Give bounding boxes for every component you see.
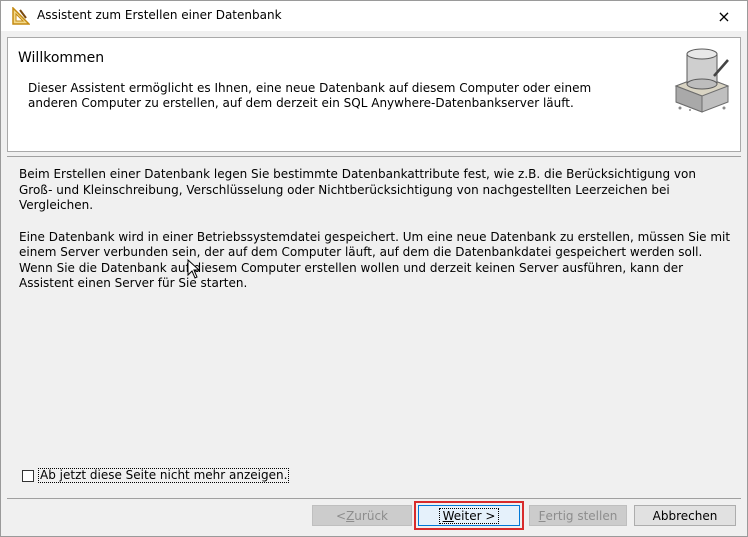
wizard-body: Beim Erstellen einer Datenbank legen Sie… <box>19 167 731 308</box>
cancel-button[interactable]: Abbrechen <box>634 505 736 526</box>
back-label-rest: urück <box>354 508 388 523</box>
header-divider <box>7 156 741 157</box>
next-label: Weiter > <box>438 507 500 524</box>
finish-label-rest: ertig stellen <box>545 508 618 523</box>
close-button[interactable]: × <box>701 1 747 31</box>
wizard-window: Assistent zum Erstellen einer Datenbank … <box>0 0 748 537</box>
back-prefix: < <box>336 508 347 523</box>
page-description: Dieser Assistent ermöglicht es Ihnen, ei… <box>28 81 592 110</box>
dont-show-checkbox[interactable] <box>22 469 34 482</box>
title-bar: Assistent zum Erstellen einer Datenbank … <box>1 1 747 31</box>
info-paragraph: Eine Datenbank wird in einer Betriebssys… <box>19 229 731 291</box>
mouse-pointer-icon <box>187 259 201 279</box>
window-title: Assistent zum Erstellen einer Datenbank <box>37 8 282 22</box>
back-mnemonic: Z <box>346 508 355 523</box>
wizard-header: Willkommen Dieser Assistent ermöglicht e… <box>7 37 741 152</box>
intro-paragraph: Beim Erstellen einer Datenbank legen Sie… <box>19 167 696 212</box>
next-label-rest: eiter > <box>453 508 496 523</box>
dont-show-label[interactable]: Ab jetzt diese Seite nicht mehr anzeigen… <box>38 468 290 483</box>
database-cylinder-icon <box>674 48 730 113</box>
close-icon: × <box>717 6 731 26</box>
next-mnemonic: W <box>442 508 454 523</box>
footer-divider <box>7 498 741 499</box>
page-title: Willkommen <box>18 50 105 66</box>
wizard-triangle-icon <box>12 7 30 25</box>
cancel-label: Abbrechen <box>652 508 718 523</box>
finish-mnemonic: F <box>538 508 546 523</box>
back-button[interactable]: < Zurück <box>312 505 412 526</box>
next-button[interactable]: Weiter > <box>418 505 520 526</box>
dont-show-again-option[interactable]: Ab jetzt diese Seite nicht mehr anzeigen… <box>22 468 290 483</box>
finish-button[interactable]: Fertig stellen <box>529 505 627 526</box>
